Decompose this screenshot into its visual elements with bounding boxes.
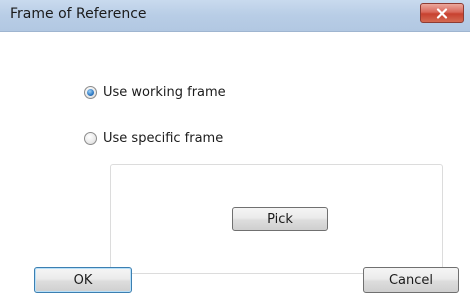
radio-button-unselected[interactable] <box>84 132 97 145</box>
option-label: Use working frame <box>103 85 226 100</box>
dialog-body: Use working frame Use specific frame Pic… <box>0 32 470 307</box>
radio-button-selected[interactable] <box>84 86 97 99</box>
close-button[interactable] <box>420 3 464 23</box>
pick-button[interactable]: Pick <box>232 207 328 231</box>
option-label: Use specific frame <box>103 131 224 146</box>
cancel-button[interactable]: Cancel <box>363 267 459 293</box>
title-bar: Frame of Reference <box>0 0 470 32</box>
window-title: Frame of Reference <box>10 6 147 22</box>
specific-frame-group: Pick <box>110 164 443 274</box>
close-icon <box>436 7 448 19</box>
ok-button[interactable]: OK <box>34 267 132 293</box>
option-use-working-frame[interactable]: Use working frame <box>84 85 226 100</box>
option-use-specific-frame[interactable]: Use specific frame <box>84 131 223 146</box>
